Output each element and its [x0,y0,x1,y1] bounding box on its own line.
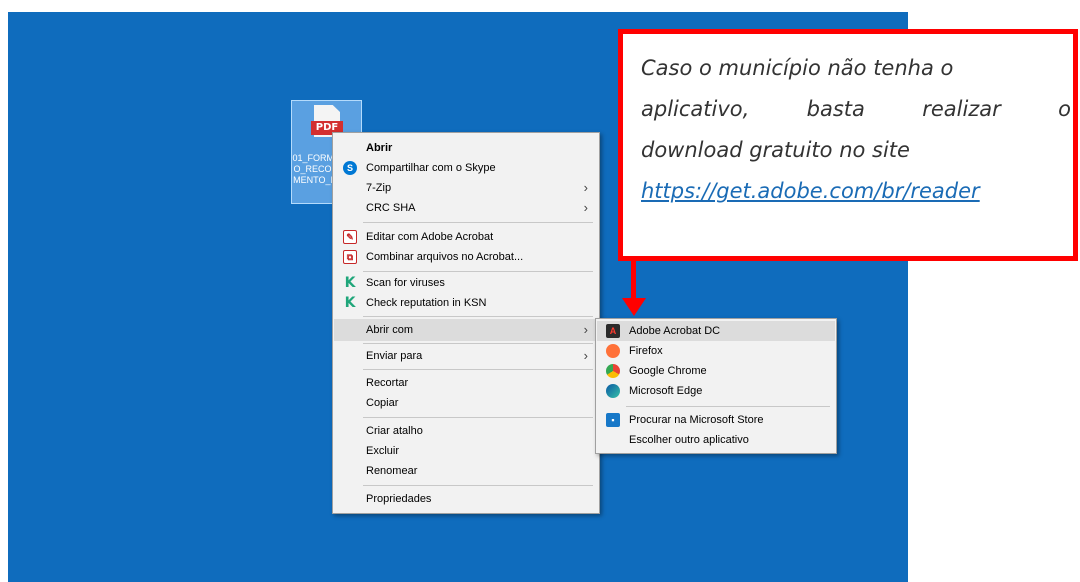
menu-item-open[interactable]: Abrir [334,138,598,158]
menu-item-label: Microsoft Edge [629,385,703,397]
firefox-icon [606,344,620,358]
chevron-right-icon: › [583,322,588,337]
adobe-reader-link[interactable]: https://get.adobe.com/br/reader [641,171,1059,212]
menu-separator [363,222,593,223]
callout-line-1: Caso o município não tenha o [641,56,954,80]
open-with-submenu: A Adobe Acrobat DC Firefox Google Chrome… [595,318,837,454]
callout-word: realizar [922,97,1001,121]
menu-item-label: 7-Zip [366,182,392,194]
menu-item-label: Combinar arquivos no Acrobat... [366,251,524,263]
menu-item-label: Scan for viruses [366,277,445,289]
menu-item-label: Compartilhar com o Skype [366,162,496,174]
chevron-right-icon: › [583,180,588,195]
menu-separator [363,369,593,370]
skype-icon: S [343,161,357,175]
menu-separator [363,316,593,317]
menu-item-label: Abrir com [366,324,414,336]
acrobat-edit-icon: ✎ [343,230,357,244]
instruction-callout: Caso o município não tenha o aplicativo,… [618,29,1078,261]
menu-item-label: Google Chrome [629,365,707,377]
submenu-item-edge[interactable]: Microsoft Edge [597,381,835,401]
store-icon: ▪ [606,413,620,427]
menu-item-rename[interactable]: Renomear [334,461,598,481]
menu-item-label: Adobe Acrobat DC [629,325,721,337]
menu-item-check-reputation[interactable]: K Check reputation in KSN [334,293,598,313]
kaspersky-k-icon: K [344,275,356,291]
callout-line-2: aplicativo, basta realizar o [641,89,1071,130]
menu-item-properties[interactable]: Propriedades [334,489,598,509]
arrow-line [631,261,636,301]
context-menu: Abrir S Compartilhar com o Skype 7-Zip ›… [332,132,600,514]
menu-separator [626,406,830,407]
arrow-down-icon [622,298,646,316]
acrobat-dc-icon: A [606,324,620,338]
submenu-item-store[interactable]: ▪ Procurar na Microsoft Store [597,410,835,430]
menu-item-label: Editar com Adobe Acrobat [366,231,494,243]
callout-word: basta [806,97,865,121]
menu-separator [363,417,593,418]
acrobat-combine-icon: ⧉ [343,250,357,264]
menu-item-label: Procurar na Microsoft Store [629,414,764,426]
menu-item-7zip[interactable]: 7-Zip › [334,178,598,198]
chevron-right-icon: › [583,200,588,215]
menu-item-send-to[interactable]: Enviar para › [334,346,598,366]
menu-separator [363,485,593,486]
menu-item-create-shortcut[interactable]: Criar atalho [334,421,598,441]
submenu-item-firefox[interactable]: Firefox [597,341,835,361]
menu-item-copy[interactable]: Copiar [334,393,598,413]
menu-separator [363,271,593,272]
menu-item-open-with[interactable]: Abrir com › [334,319,598,341]
menu-item-delete[interactable]: Excluir [334,441,598,461]
menu-item-label: Check reputation in KSN [366,297,487,309]
menu-item-scan-viruses[interactable]: K Scan for viruses [334,273,598,293]
menu-item-edit-acrobat[interactable]: ✎ Editar com Adobe Acrobat [334,227,598,247]
submenu-item-acrobat-dc[interactable]: A Adobe Acrobat DC [597,321,835,341]
chrome-icon [606,364,620,378]
edge-icon [606,384,620,398]
submenu-item-chrome[interactable]: Google Chrome [597,361,835,381]
menu-item-share-skype[interactable]: S Compartilhar com o Skype [334,158,598,178]
menu-item-crc-sha[interactable]: CRC SHA › [334,198,598,218]
chevron-right-icon: › [583,348,588,363]
menu-item-cut[interactable]: Recortar [334,373,598,393]
menu-item-combine-acrobat[interactable]: ⧉ Combinar arquivos no Acrobat... [334,247,598,267]
callout-word: o [1058,97,1071,121]
callout-line-3: download gratuito no site [641,138,910,162]
menu-item-label: CRC SHA [366,202,416,214]
kaspersky-k-icon: K [344,295,356,311]
callout-word: aplicativo, [641,97,750,121]
menu-separator [363,343,593,344]
menu-item-label: Enviar para [366,350,423,362]
submenu-item-choose-other[interactable]: Escolher outro aplicativo [597,430,835,450]
menu-item-label: Firefox [629,345,663,357]
